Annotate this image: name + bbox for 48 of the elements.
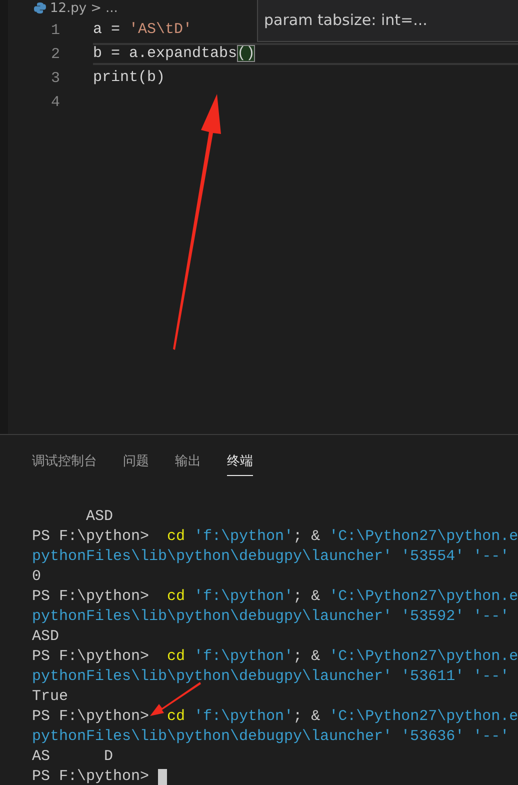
terminal-text: ; & — [293, 707, 322, 727]
terminal-text: 'C:\Python27\python.e — [329, 647, 518, 667]
terminal-text: cd — [167, 707, 186, 727]
panel-tab[interactable]: 调试控制台 — [32, 446, 97, 476]
terminal-text: 'f:\python' — [193, 587, 294, 607]
terminal-text: 0 — [32, 567, 42, 587]
terminal-text: PS F:\python> — [32, 707, 150, 727]
code-text: a = — [93, 21, 122, 38]
terminal-text: pythonFiles\lib\python\debugpy\launcher' '53592' '--' — [32, 607, 510, 627]
terminal-text: 'f:\python' — [193, 527, 294, 547]
terminal-text: ; & — [293, 587, 322, 607]
terminal-text: ASD — [32, 627, 60, 647]
matched-brackets: () — [237, 45, 256, 62]
panel-tab[interactable]: 输出 — [175, 446, 201, 476]
terminal-text: pythonFiles\lib\python\debugpy\launcher' '53554' '--' — [32, 547, 510, 567]
line-number: 3 — [50, 70, 60, 86]
terminal-text: AS D — [32, 747, 114, 767]
breadcrumb-item[interactable]: ... — [106, 0, 118, 16]
terminal-text: 'f:\python' — [193, 707, 294, 727]
breadcrumb-file[interactable]: 12.py — [50, 0, 87, 16]
terminal-text: 'C:\Python27\python.e — [329, 587, 518, 607]
panel-tab[interactable]: 终端 — [227, 446, 253, 476]
terminal-text: 'C:\Python27\python.e — [329, 707, 518, 727]
code-text: b = a.expandtabs — [93, 45, 238, 62]
terminal-text: cd — [167, 527, 186, 547]
terminal-text: ; & — [293, 527, 322, 547]
terminal-text: ; & — [293, 647, 322, 667]
terminal-text: ASD — [85, 507, 114, 527]
terminal-text: PS F:\python> — [32, 527, 150, 547]
terminal-text: 'f:\python' — [193, 647, 294, 667]
hint-text: param tabsize: int=... — [264, 10, 428, 28]
breadcrumb-separator: > — [90, 0, 102, 16]
code-text: 'AS\tD' — [129, 21, 192, 38]
line-number: 4 — [50, 94, 60, 110]
terminal-text: cd — [167, 647, 186, 667]
line-number: 1 — [50, 22, 60, 38]
terminal-text: cd — [167, 587, 186, 607]
terminal-text: PS F:\python> — [32, 647, 150, 667]
panel-tab[interactable]: 问题 — [123, 446, 149, 476]
terminal-text: pythonFiles\lib\python\debugpy\launcher' '53611' '--' — [32, 667, 510, 687]
terminal-text: PS F:\python> — [32, 587, 150, 607]
terminal-text: pythonFiles\lib\python\debugpy\launcher' '53636' '--' — [32, 727, 510, 747]
line-number: 2 — [50, 46, 60, 62]
terminal-text: 'C:\Python27\python.e — [329, 527, 518, 547]
terminal-text: True — [32, 687, 68, 707]
code-text: print(b) — [93, 69, 166, 86]
terminal-text: PS F:\python> — [32, 767, 150, 785]
python-file-icon — [34, 2, 46, 14]
